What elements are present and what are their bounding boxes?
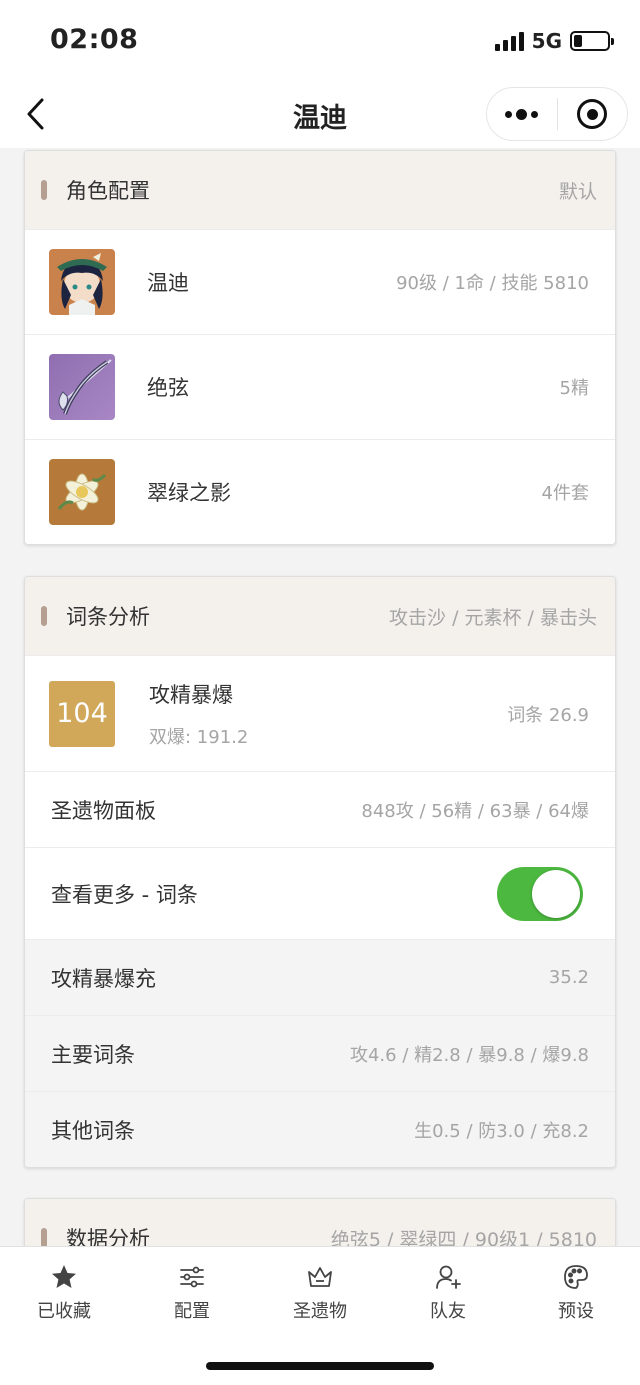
- weapon-row[interactable]: 绝弦 5精: [25, 334, 615, 439]
- artifact-set-count: 4件套: [541, 483, 589, 504]
- card-header: 词条分析 攻击沙 / 元素杯 / 暴击头: [25, 577, 615, 655]
- star-icon: [52, 1265, 76, 1288]
- add-user-icon: [436, 1265, 461, 1289]
- artifact-panel-label: 圣遗物面板: [51, 798, 156, 823]
- detail-label: 其他词条: [51, 1118, 135, 1143]
- substat-count: 词条 26.9: [507, 704, 589, 726]
- nav-bar: 温迪: [0, 80, 640, 148]
- card-header: 数据分析 绝弦5 / 翠绿四 / 90级1 / 5810: [25, 1199, 615, 1246]
- network-type: 5G: [531, 29, 562, 53]
- tab-label: 配置: [174, 1301, 210, 1322]
- show-more-row: 查看更多 - 词条: [25, 847, 615, 939]
- tab-label: 圣遗物: [293, 1301, 347, 1322]
- detail-row: 其他词条 生0.5 / 防3.0 / 充8.2: [25, 1091, 615, 1167]
- stat-analysis-card: 词条分析 攻击沙 / 元素杯 / 暴击头 104 攻精暴爆 双爆: 191.2 …: [24, 576, 616, 1168]
- crown-icon: [308, 1267, 332, 1287]
- character-avatar-icon: [49, 249, 115, 315]
- detail-row: 主要词条 攻4.6 / 精2.8 / 暴9.8 / 爆9.8: [25, 1015, 615, 1091]
- bow-weapon-icon: [49, 354, 115, 420]
- tab-config[interactable]: 配置: [128, 1247, 256, 1333]
- detail-value: 攻4.6 / 精2.8 / 暴9.8 / 爆9.8: [349, 1044, 589, 1066]
- tab-label: 已收藏: [37, 1301, 91, 1322]
- header-accent-bar: [41, 1228, 47, 1246]
- more-dots-icon: [505, 108, 539, 120]
- detail-value: 生0.5 / 防3.0 / 充8.2: [414, 1120, 589, 1142]
- card-title: 角色配置: [66, 179, 150, 203]
- tab-label: 队友: [430, 1301, 466, 1322]
- character-stats: 90级 / 1命 / 技能 5810: [396, 273, 589, 294]
- artifact-set-name: 翠绿之影: [147, 481, 231, 505]
- battery-icon: [570, 31, 614, 51]
- status-time: 02:08: [50, 24, 139, 55]
- toggle-knob: [532, 869, 580, 918]
- tab-artifacts[interactable]: 圣遗物: [256, 1247, 384, 1333]
- palette-icon: [564, 1265, 588, 1289]
- data-summary-label: 绝弦5 / 翠绿四 / 90级1 / 5810: [330, 1228, 597, 1247]
- status-bar: 02:08 5G: [0, 0, 640, 80]
- detail-label: 主要词条: [51, 1042, 135, 1067]
- config-preset-label[interactable]: 默认: [559, 177, 597, 204]
- score-title: 攻精暴爆: [149, 682, 233, 707]
- weapon-name: 绝弦: [147, 376, 189, 400]
- crit-total: 双爆: 191.2: [149, 726, 249, 748]
- character-row[interactable]: 温迪 90级 / 1命 / 技能 5810: [25, 229, 615, 334]
- more-button[interactable]: [487, 88, 557, 140]
- artifact-flower-icon: [49, 459, 115, 525]
- artifact-panel-row[interactable]: 圣遗物面板 848攻 / 56精 / 63暴 / 64爆: [25, 771, 615, 847]
- detail-value: 35.2: [548, 967, 589, 988]
- card-title: 数据分析: [66, 1227, 150, 1246]
- tab-favorites[interactable]: 已收藏: [0, 1247, 128, 1333]
- status-indicators: 5G: [494, 29, 614, 53]
- card-header: 角色配置 默认: [25, 151, 615, 229]
- target-icon: [577, 99, 608, 129]
- tab-label: 预设: [558, 1301, 594, 1322]
- show-more-label: 查看更多 - 词条: [51, 882, 198, 907]
- header-accent-bar: [41, 606, 47, 626]
- score-badge: 104: [49, 680, 115, 747]
- data-analysis-card: 数据分析 绝弦5 / 翠绿四 / 90级1 / 5810: [24, 1198, 616, 1246]
- tab-teammates[interactable]: 队友: [384, 1247, 512, 1333]
- score-row[interactable]: 104 攻精暴爆 双爆: 191.2 词条 26.9: [25, 655, 615, 771]
- detail-row: 攻精暴爆充 35.2: [25, 939, 615, 1015]
- artifact-set-row[interactable]: 翠绿之影 4件套: [25, 439, 615, 544]
- close-miniprogram-button[interactable]: [558, 88, 628, 140]
- sliders-icon: [180, 1266, 204, 1288]
- show-more-toggle[interactable]: [497, 866, 583, 921]
- detail-label: 攻精暴爆充: [51, 966, 156, 991]
- main-stats-label: 攻击沙 / 元素杯 / 暴击头: [389, 606, 597, 629]
- character-name: 温迪: [147, 271, 189, 295]
- home-indicator[interactable]: [206, 1362, 434, 1370]
- signal-icon: [494, 31, 524, 51]
- card-title: 词条分析: [66, 605, 150, 629]
- mini-program-capsule: [486, 87, 628, 141]
- tab-presets[interactable]: 预设: [512, 1247, 640, 1333]
- score-text: 攻精暴爆 双爆: 191.2: [149, 679, 507, 749]
- artifact-panel-value: 848攻 / 56精 / 63暴 / 64爆: [361, 800, 589, 822]
- header-accent-bar: [41, 180, 47, 200]
- main-content[interactable]: 角色配置 默认 温迪 90级 / 1命 / 技能 5810 绝弦 5精 翠绿之影…: [0, 148, 640, 1246]
- weapon-refinement: 5精: [559, 378, 589, 399]
- role-config-card: 角色配置 默认 温迪 90级 / 1命 / 技能 5810 绝弦 5精 翠绿之影…: [24, 150, 616, 545]
